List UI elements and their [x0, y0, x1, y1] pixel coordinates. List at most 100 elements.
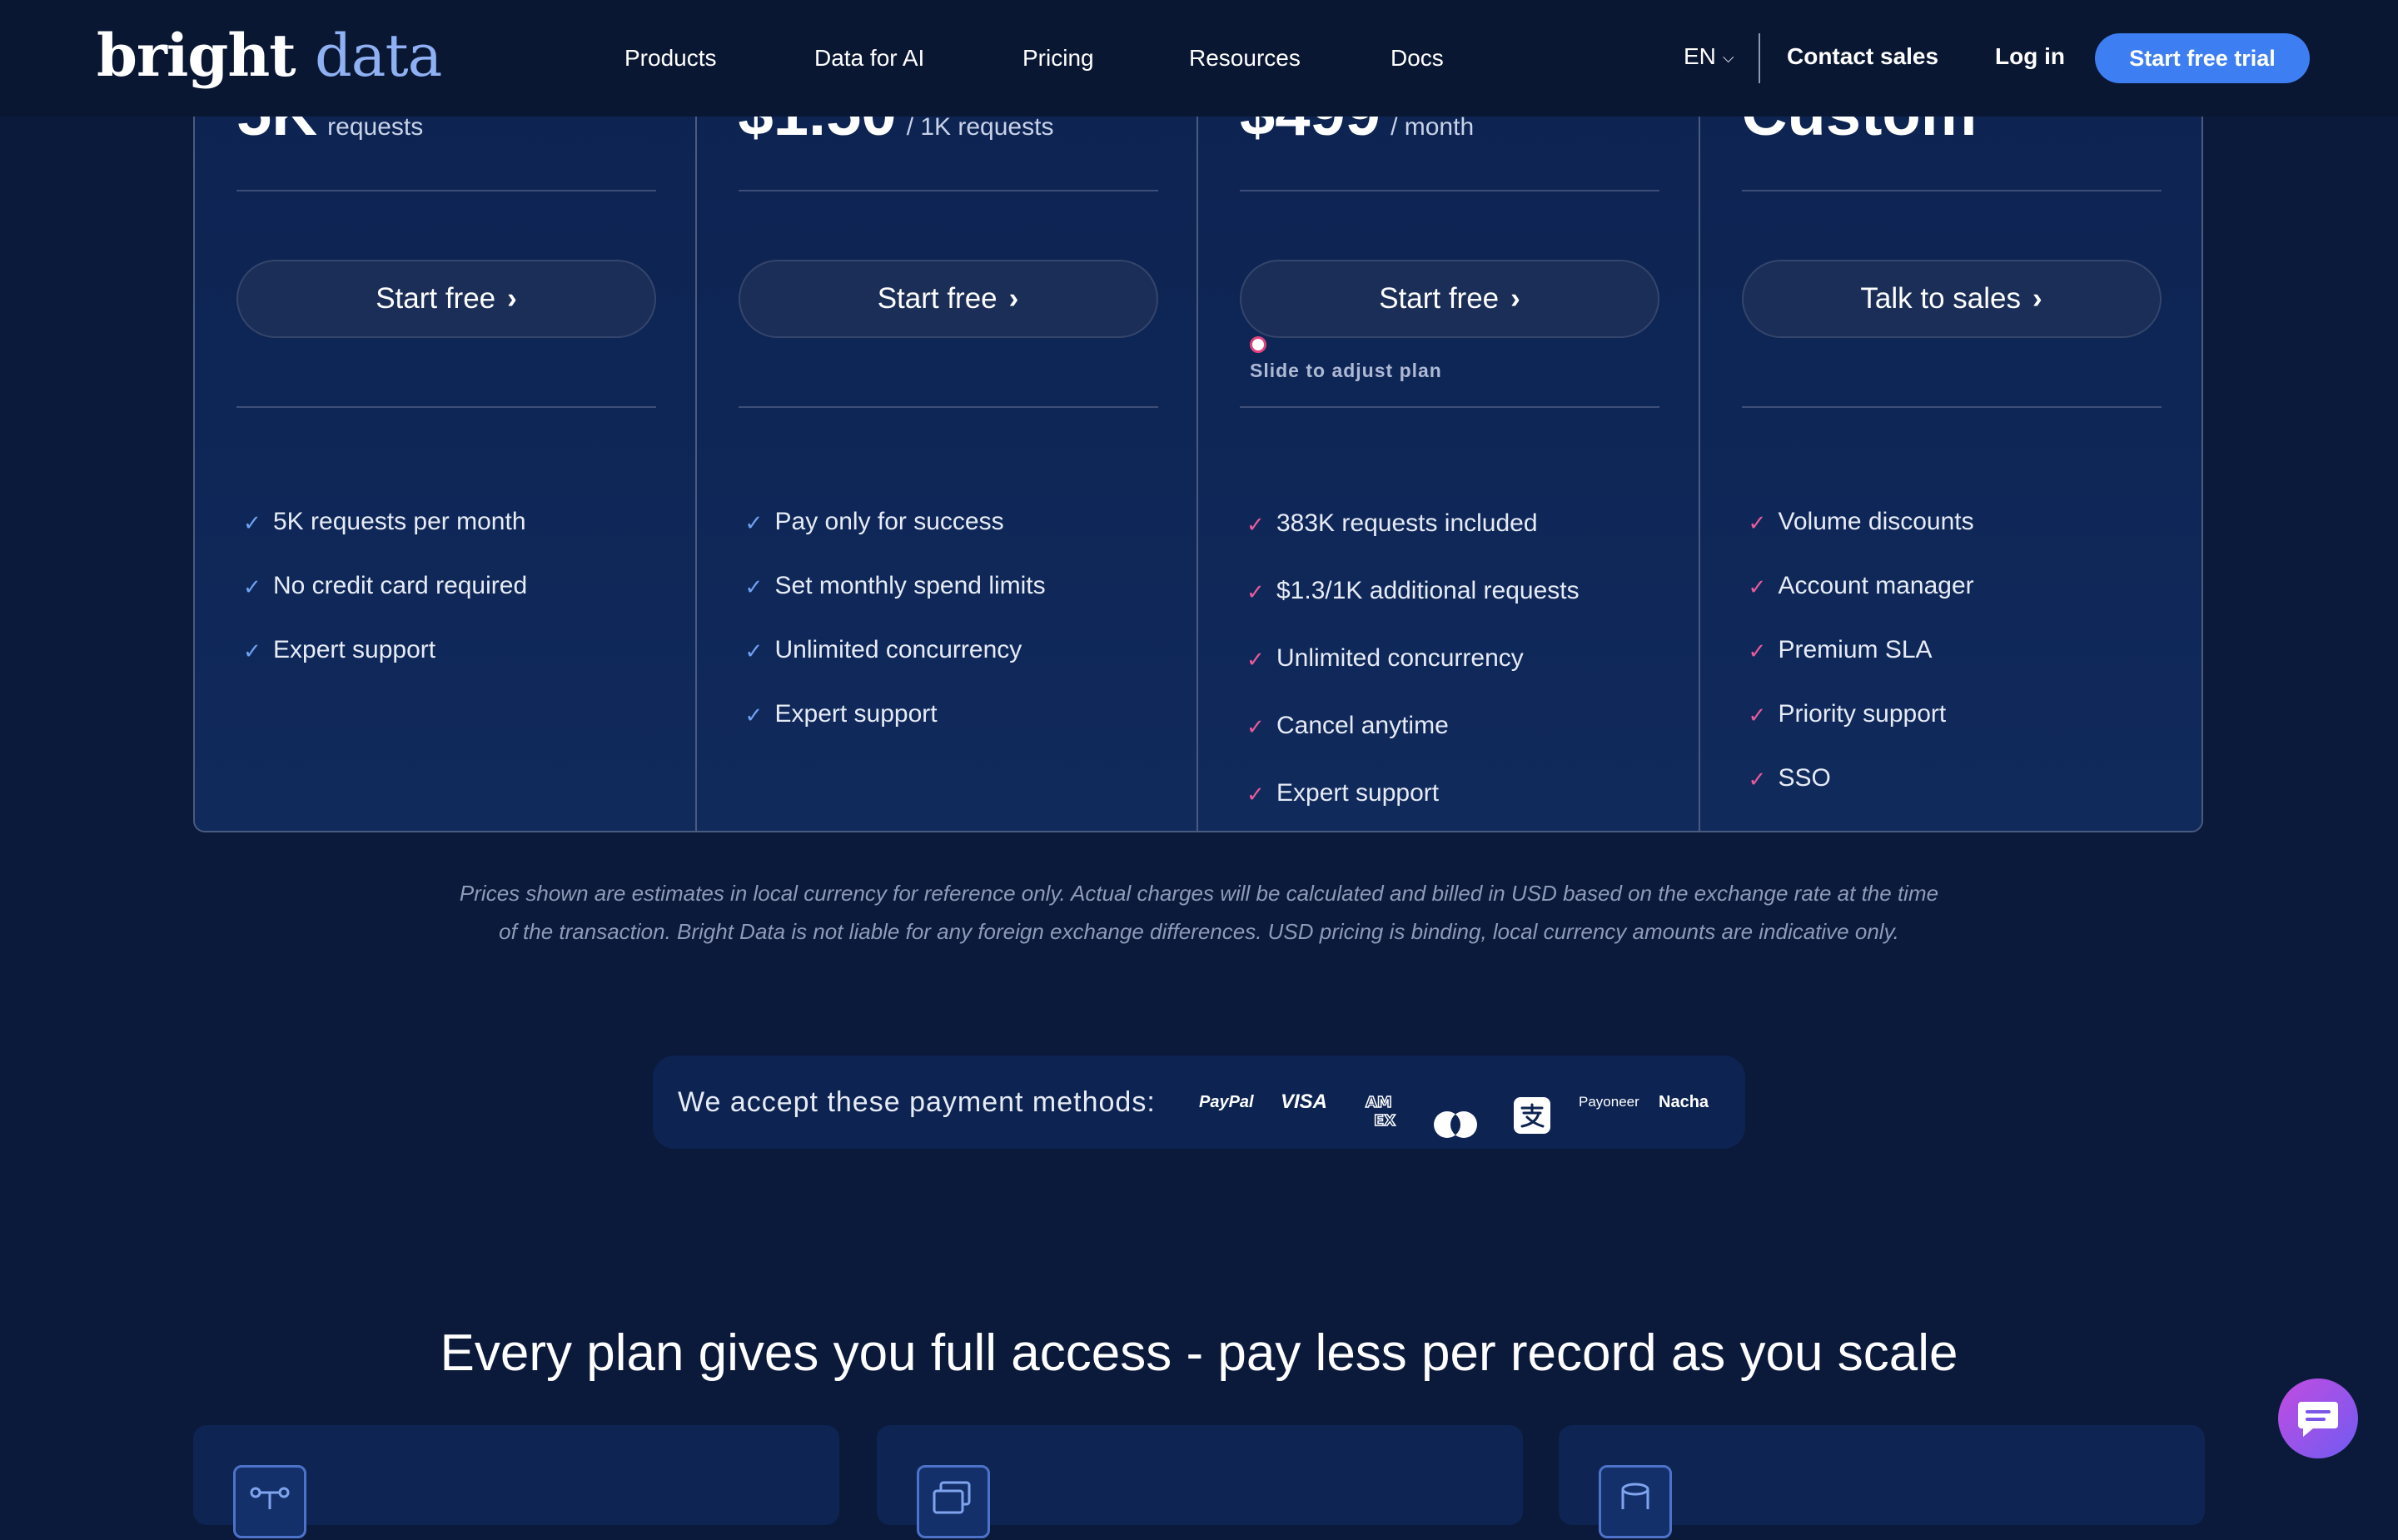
plan-slider-handle[interactable]	[1250, 336, 1266, 353]
list-item: ✓ Pay only for success	[745, 489, 1046, 554]
list-item: ✓ Unlimited concurrency	[1246, 624, 1580, 692]
feature-list: ✓ Pay only for success ✓ Set monthly spend…	[745, 489, 1046, 746]
cta-label: Start free	[877, 282, 998, 315]
feature-text: Expert support	[774, 700, 938, 728]
payment-methods-bar: We accept these payment methods: PayPal …	[653, 1056, 1745, 1149]
cta-label: Start free	[376, 282, 496, 315]
nacha-logo: Nacha	[1659, 1093, 1709, 1111]
chat-bubble-icon	[2298, 1402, 2338, 1437]
language-code: EN	[1684, 43, 1716, 69]
list-item: ✓ SSO	[1749, 746, 1974, 810]
check-icon: ✓	[1246, 714, 1265, 739]
start-free-button[interactable]: Start free ›	[1240, 260, 1659, 338]
mastercard-icon	[1430, 1089, 1480, 1138]
list-item: ✓ $1.3/1K additional requests	[1246, 557, 1580, 624]
feature-text: Pay only for success	[774, 508, 1004, 535]
list-item: ✓ Premium SLA	[1749, 618, 1974, 682]
nav-pricing[interactable]: Pricing	[1022, 40, 1094, 77]
nav-resources[interactable]: Resources	[1189, 40, 1301, 77]
check-icon: ✓	[1748, 703, 1767, 728]
start-free-button[interactable]: Start free ›	[738, 260, 1158, 338]
check-icon: ✓	[744, 574, 764, 599]
amex-icon: AM EX	[1362, 1080, 1404, 1130]
check-icon: ✓	[1748, 510, 1767, 535]
list-item: ✓ No credit card required	[243, 554, 527, 618]
feature-text: Expert support	[1276, 779, 1440, 807]
feature-text: SSO	[1778, 764, 1831, 792]
plan-card-enterprise: Custom Talk to sales› ✓Volume discounts …	[1699, 35, 2201, 831]
disclaimer-line: Prices shown are estimates in local curr…	[459, 881, 1939, 906]
feature-text: $1.3/1K additional requests	[1276, 577, 1580, 604]
paypal-logo: PayPal	[1199, 1093, 1254, 1111]
divider	[1741, 190, 2162, 191]
check-icon: ✓	[1246, 579, 1265, 604]
nav-docs[interactable]: Docs	[1391, 40, 1444, 77]
chevron-right-icon: ›	[1008, 282, 1019, 315]
list-item: ✓ Expert support	[243, 618, 527, 682]
talk-to-sales-button[interactable]: Talk to sales ›	[1741, 260, 2162, 338]
login-link[interactable]: Log in	[1995, 38, 2065, 75]
plan-card-monthly: $499/ month Slide to adjust plan Start f…	[1198, 35, 1700, 831]
list-item: ✓ Priority support	[1749, 682, 1974, 746]
feature-text: Priority support	[1778, 700, 1947, 728]
plan-price-unit: requests	[327, 113, 424, 141]
site-header: bright data Products Data for AI Pricing…	[0, 0, 2398, 117]
plan-card-free: 5Krequests Start free› ✓5K requests per …	[195, 35, 697, 831]
feature-card	[877, 1425, 1523, 1538]
chevron-right-icon: ›	[1510, 282, 1520, 315]
check-icon: ✓	[243, 510, 261, 535]
start-free-trial-button[interactable]: Start free trial	[2095, 33, 2310, 83]
divider	[236, 406, 656, 408]
bright-data-logo[interactable]: bright data	[97, 18, 442, 93]
chevron-right-icon: ›	[507, 282, 517, 315]
list-item: ✓ Unlimited concurrency	[745, 618, 1046, 682]
check-icon: ✓	[1748, 574, 1767, 599]
divider	[738, 406, 1158, 408]
alipay-icon	[1514, 1084, 1550, 1134]
network-icon	[233, 1465, 306, 1538]
feature-text: Expert support	[273, 636, 436, 663]
feature-text: Unlimited concurrency	[1276, 644, 1524, 672]
feature-text: Cancel anytime	[1276, 712, 1449, 739]
list-item: ✓ 5K requests per month	[243, 489, 527, 554]
nav-products[interactable]: Products	[624, 40, 717, 77]
divider	[1741, 406, 2162, 408]
browser-windows-icon	[917, 1465, 990, 1538]
feature-text: Volume discounts	[1778, 508, 1974, 535]
plan-price-unit: / month	[1391, 113, 1475, 141]
feature-list: ✓ 383K requests included ✓ $1.3/1K additio…	[1246, 489, 1580, 827]
list-item: ✓ Account manager	[1749, 554, 1974, 618]
cta-label: Talk to sales	[1860, 282, 2021, 315]
check-icon: ✓	[243, 574, 261, 599]
divider	[236, 190, 656, 191]
svg-text:EX: EX	[1374, 1112, 1396, 1130]
check-icon: ✓	[744, 510, 764, 535]
chat-widget-button[interactable]	[2278, 1379, 2358, 1458]
nav-data-for-ai[interactable]: Data for AI	[814, 40, 924, 77]
check-icon: ✓	[1748, 638, 1767, 663]
start-free-button[interactable]: Start free ›	[236, 260, 656, 338]
database-icon	[1599, 1465, 1672, 1538]
feature-text: Unlimited concurrency	[774, 636, 1022, 663]
plan-slider-track[interactable]: Slide to adjust plan	[1240, 190, 1659, 381]
plan-price-unit: / 1K requests	[906, 113, 1054, 141]
payment-methods-label: We accept these payment methods:	[678, 1086, 1156, 1118]
divider	[738, 190, 1158, 191]
contact-sales-link[interactable]: Contact sales	[1787, 38, 1938, 75]
check-icon: ✓	[243, 638, 261, 663]
feature-list: ✓ 5K requests per month ✓ No credit card r…	[243, 489, 527, 682]
check-icon: ✓	[1748, 767, 1767, 792]
language-selector[interactable]: EN ⌵	[1684, 38, 1734, 75]
list-item: ✓ 383K requests included	[1246, 489, 1580, 557]
divider	[1240, 406, 1659, 408]
slider-label: Slide to adjust plan	[1250, 360, 1442, 381]
plan-card-pay-as-you-go: $1.50/ 1K requests Start free› ✓Pay only…	[696, 35, 1198, 831]
list-item: ✓ Expert support	[745, 682, 1046, 746]
feature-text: Account manager	[1778, 572, 1974, 599]
check-icon: ✓	[1246, 647, 1265, 672]
nav-divider	[1759, 33, 1760, 83]
feature-card	[1559, 1425, 2205, 1538]
svg-text:AM: AM	[1366, 1094, 1392, 1111]
cta-label: Start free	[1379, 282, 1500, 315]
visa-logo: VISA	[1281, 1090, 1328, 1113]
